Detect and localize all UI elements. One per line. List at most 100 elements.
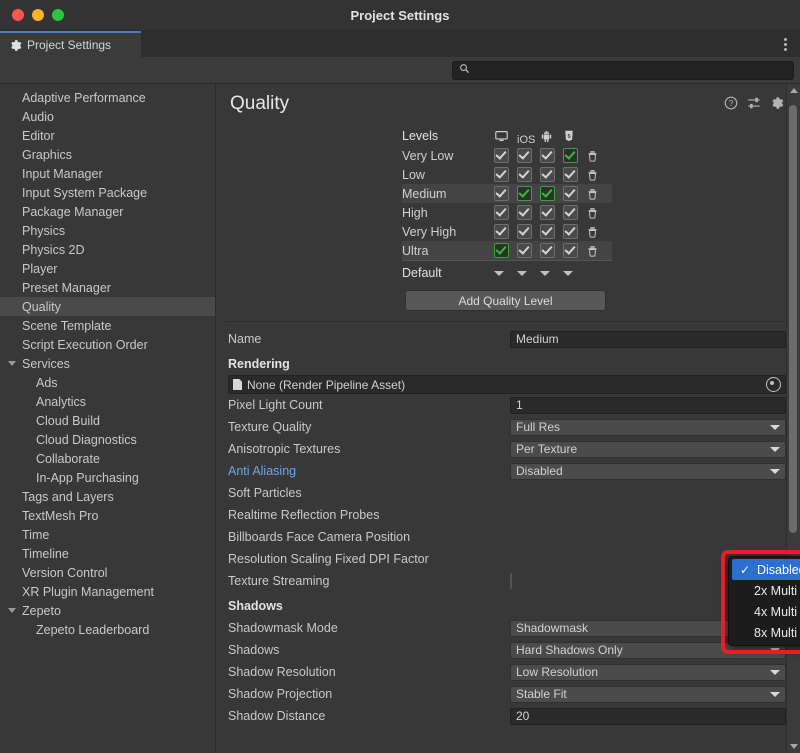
platform-checkbox[interactable] — [563, 167, 578, 182]
platform-checkbox[interactable] — [517, 205, 532, 220]
platform-checkbox[interactable] — [563, 243, 578, 258]
platform-checkbox-cell[interactable] — [494, 203, 517, 222]
platform-checkbox-cell[interactable] — [494, 222, 517, 241]
platform-checkbox[interactable] — [517, 243, 532, 258]
chevron-down-icon[interactable] — [6, 608, 18, 613]
sidebar-item-time[interactable]: Time — [0, 525, 215, 544]
minimize-window-button[interactable] — [32, 9, 44, 21]
delete-quality-level-button[interactable] — [586, 203, 612, 222]
sidebar-item-editor[interactable]: Editor — [0, 126, 215, 145]
close-window-button[interactable] — [12, 9, 24, 21]
render-pipeline-asset-field[interactable]: None (Render Pipeline Asset) — [228, 375, 786, 394]
platform-checkbox[interactable] — [563, 224, 578, 239]
sidebar-item-adaptive-performance[interactable]: Adaptive Performance — [0, 88, 215, 107]
property-dropdown[interactable]: Full Res — [510, 419, 786, 436]
sidebar-item-input-system-package[interactable]: Input System Package — [0, 183, 215, 202]
platform-checkbox[interactable] — [540, 224, 555, 239]
scroll-up-arrow-icon[interactable] — [790, 88, 798, 93]
zoom-window-button[interactable] — [52, 9, 64, 21]
search-box[interactable] — [452, 61, 794, 80]
platform-checkbox[interactable] — [540, 167, 555, 182]
sidebar-item-physics[interactable]: Physics — [0, 221, 215, 240]
platform-checkbox-cell[interactable] — [517, 203, 540, 222]
quality-level-row[interactable]: Very High — [402, 222, 612, 241]
default-level-dropdown-ios[interactable] — [517, 261, 540, 283]
delete-quality-level-button[interactable] — [586, 165, 612, 184]
sidebar-item-physics-2d[interactable]: Physics 2D — [0, 240, 215, 259]
sidebar-item-script-execution-order[interactable]: Script Execution Order — [0, 335, 215, 354]
delete-quality-level-button[interactable] — [586, 222, 612, 241]
property-dropdown[interactable]: Disabled — [510, 463, 786, 480]
preset-icon[interactable] — [747, 96, 761, 110]
platform-checkbox[interactable] — [563, 205, 578, 220]
add-quality-level-button[interactable]: Add Quality Level — [405, 290, 606, 311]
chevron-down-icon[interactable] — [6, 361, 18, 366]
platform-checkbox-cell[interactable] — [517, 222, 540, 241]
quality-level-name[interactable]: Medium — [402, 184, 494, 203]
sidebar-item-package-manager[interactable]: Package Manager — [0, 202, 215, 221]
delete-quality-level-button[interactable] — [586, 146, 612, 165]
platform-checkbox-cell[interactable] — [563, 222, 586, 241]
main-vertical-scrollbar[interactable] — [786, 84, 800, 753]
sidebar-item-zepeto[interactable]: Zepeto — [0, 601, 215, 620]
kebab-menu-icon[interactable] — [778, 31, 792, 57]
platform-checkbox[interactable] — [494, 148, 509, 163]
platform-checkbox[interactable] — [540, 205, 555, 220]
sidebar-item-services[interactable]: Services — [0, 354, 215, 373]
platform-checkbox[interactable] — [494, 205, 509, 220]
property-dropdown[interactable]: Low Resolution — [510, 664, 786, 681]
sidebar-item-input-manager[interactable]: Input Manager — [0, 164, 215, 183]
quality-level-row[interactable]: Low — [402, 165, 612, 184]
anti-aliasing-option[interactable]: 4x Multi Sampling — [729, 601, 800, 622]
sidebar-item-timeline[interactable]: Timeline — [0, 544, 215, 563]
platform-checkbox[interactable] — [540, 243, 555, 258]
platform-checkbox-cell[interactable] — [563, 184, 586, 203]
platform-checkbox[interactable] — [494, 224, 509, 239]
platform-checkbox-cell[interactable] — [494, 146, 517, 165]
gear-icon[interactable] — [770, 96, 784, 110]
quality-level-name[interactable]: High — [402, 203, 494, 222]
sidebar-item-zepeto-leaderboard[interactable]: Zepeto Leaderboard — [0, 620, 215, 639]
platform-checkbox-cell[interactable] — [540, 203, 563, 222]
platform-checkbox[interactable] — [517, 148, 532, 163]
object-picker-icon[interactable] — [766, 377, 781, 392]
anti-aliasing-option[interactable]: 8x Multi Sampling — [729, 622, 800, 643]
platform-checkbox[interactable] — [540, 148, 555, 163]
platform-checkbox-cell[interactable] — [540, 146, 563, 165]
quality-level-name[interactable]: Low — [402, 165, 494, 184]
platform-checkbox-cell[interactable] — [563, 146, 586, 165]
settings-sidebar[interactable]: Adaptive PerformanceAudioEditorGraphicsI… — [0, 84, 216, 753]
platform-checkbox-cell[interactable] — [494, 184, 517, 203]
property-checkbox[interactable] — [510, 573, 512, 589]
property-input[interactable]: 1 — [510, 397, 786, 414]
default-level-dropdown-standalone[interactable] — [494, 261, 517, 283]
platform-checkbox[interactable] — [494, 167, 509, 182]
scroll-down-arrow-icon[interactable] — [790, 744, 798, 749]
sidebar-item-collaborate[interactable]: Collaborate — [0, 449, 215, 468]
sidebar-item-cloud-build[interactable]: Cloud Build — [0, 411, 215, 430]
platform-checkbox-cell[interactable] — [517, 165, 540, 184]
sidebar-item-ads[interactable]: Ads — [0, 373, 215, 392]
tab-project-settings[interactable]: Project Settings — [0, 31, 141, 57]
platform-checkbox-cell[interactable] — [540, 222, 563, 241]
platform-checkbox[interactable] — [563, 186, 578, 201]
anti-aliasing-option[interactable]: ✓Disabled — [732, 559, 800, 580]
platform-checkbox-cell[interactable] — [517, 146, 540, 165]
sidebar-item-preset-manager[interactable]: Preset Manager — [0, 278, 215, 297]
quality-level-name[interactable]: Very Low — [402, 146, 494, 165]
quality-level-row[interactable]: High — [402, 203, 612, 222]
sidebar-item-tags-and-layers[interactable]: Tags and Layers — [0, 487, 215, 506]
platform-checkbox-cell[interactable] — [494, 165, 517, 184]
platform-checkbox[interactable] — [494, 186, 509, 201]
platform-checkbox[interactable] — [517, 186, 532, 201]
anti-aliasing-option[interactable]: 2x Multi Sampling — [729, 580, 800, 601]
platform-checkbox-cell[interactable] — [517, 241, 540, 261]
property-input[interactable]: 20 — [510, 708, 786, 725]
sidebar-item-quality[interactable]: Quality — [0, 297, 215, 316]
search-input[interactable] — [475, 63, 787, 77]
platform-checkbox-cell[interactable] — [563, 165, 586, 184]
sidebar-item-cloud-diagnostics[interactable]: Cloud Diagnostics — [0, 430, 215, 449]
platform-checkbox[interactable] — [563, 148, 578, 163]
delete-quality-level-button[interactable] — [586, 241, 612, 261]
quality-level-name[interactable]: Ultra — [402, 241, 494, 261]
